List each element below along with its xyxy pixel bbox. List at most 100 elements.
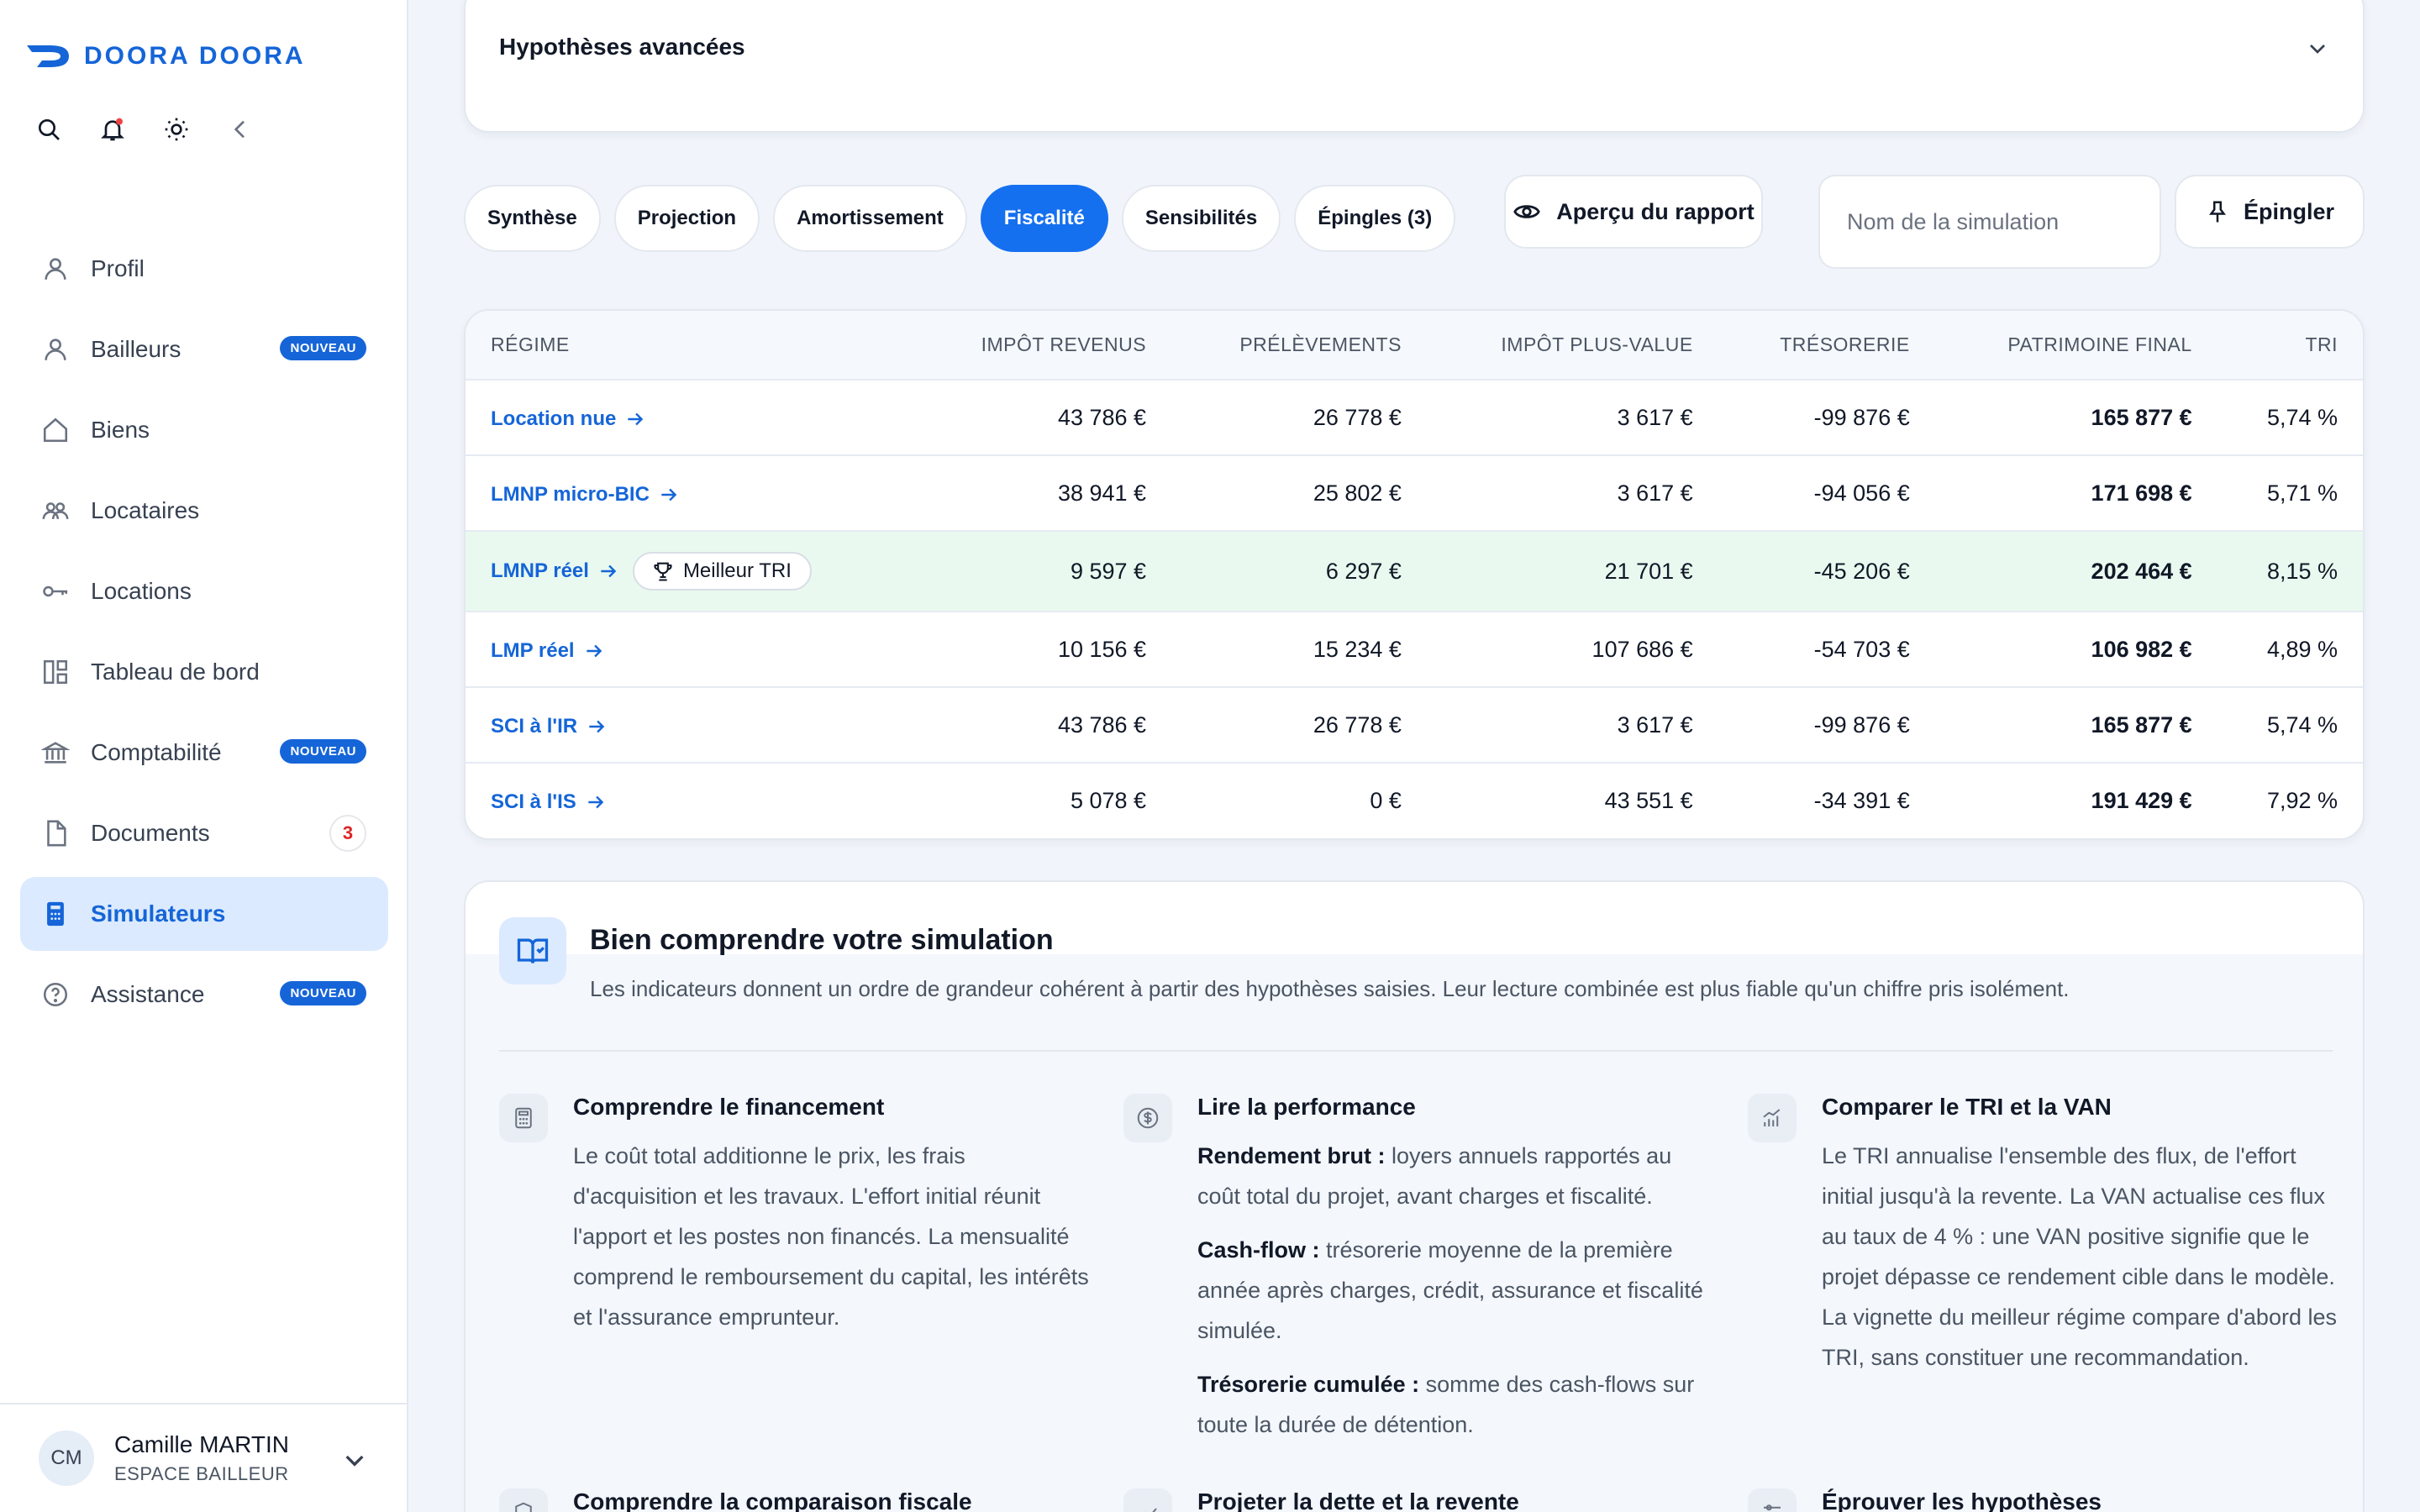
term-label: Rendement brut :	[1197, 1143, 1386, 1168]
tab-amortissement[interactable]: Amortissement	[773, 185, 967, 252]
regime-link[interactable]: LMP réel	[491, 639, 605, 663]
cell-tri: 5,71 %	[2266, 480, 2338, 506]
sidebar-nav: Profil Bailleurs NOUVEAU Biens Locataire…	[20, 232, 388, 1038]
explainer-paragraph: Rendement brut : loyers annuels rapporté…	[1197, 1136, 1718, 1216]
advanced-hypotheses-title: Hypothèses avancées	[499, 34, 745, 60]
sidebar-item-label: Tableau de bord	[91, 659, 260, 685]
explainer-subtitle: Les indicateurs donnent un ordre de gran…	[590, 976, 2070, 1001]
collapse-icon[interactable]	[225, 114, 255, 144]
sidebar-item-biens[interactable]: Biens	[20, 393, 388, 467]
sidebar-item-locataires[interactable]: Locataires	[20, 474, 388, 548]
brand-name: DOORA DOORA	[84, 42, 306, 70]
sidebar: DOORA DOORA Profil Bailleurs NOUVEAU Bie…	[0, 0, 408, 1512]
cell-patrimoine-final: 165 877 €	[2091, 711, 2192, 738]
sidebar-toolbar	[34, 114, 255, 144]
book-icon	[499, 917, 566, 984]
regime-link[interactable]: SCI à l'IR	[491, 715, 608, 738]
user-name: Camille MARTIN	[114, 1431, 289, 1457]
sidebar-item-documents[interactable]: Documents 3	[20, 796, 388, 870]
arrow-right-icon	[628, 412, 644, 425]
cell-impot-plus-value: 21 701 €	[1604, 558, 1693, 584]
report-preview-button[interactable]: Aperçu du rapport	[1504, 175, 1763, 249]
sidebar-item-label: Comptabilité	[91, 739, 222, 765]
sidebar-item-label: Simulateurs	[91, 900, 226, 927]
cell-prelevements: 26 778 €	[1313, 711, 1402, 738]
pin-button[interactable]: Épingler	[2175, 175, 2365, 249]
cell-impot-revenus: 10 156 €	[1057, 636, 1147, 662]
cell-patrimoine-final: 171 698 €	[2091, 480, 2192, 506]
sidebar-item-tableau-de-bord[interactable]: Tableau de bord	[20, 635, 388, 709]
cell-impot-plus-value: 43 551 €	[1604, 788, 1693, 813]
cell-patrimoine-final: 165 877 €	[2091, 404, 2192, 430]
pin-label: Épingler	[2243, 198, 2334, 224]
cell-impot-revenus: 43 786 €	[1057, 404, 1147, 430]
sidebar-item-label: Biens	[91, 417, 150, 443]
table-row: Location nue 43 786 € 26 778 € 3 617 € -…	[466, 380, 2363, 455]
sidebar-item-label: Documents	[91, 820, 210, 846]
chevron-down-icon[interactable]	[341, 1446, 368, 1473]
regime-label: SCI à l'IR	[491, 714, 578, 738]
eye-icon	[1513, 205, 1540, 218]
regime-link[interactable]: LMNP réel	[491, 559, 619, 583]
explainer-column-title: Comparer le TRI et la VAN	[1822, 1094, 2112, 1120]
tab-projection[interactable]: Projection	[613, 185, 760, 252]
new-badge: NOUVEAU	[280, 739, 366, 764]
regime-link[interactable]: SCI à l'IS	[491, 790, 607, 814]
regime-link[interactable]: Location nue	[491, 407, 646, 431]
home-icon	[39, 413, 72, 447]
sidebar-item-label: Bailleurs	[91, 336, 182, 362]
regime-label: Location nue	[491, 407, 617, 430]
brand-logo[interactable]: DOORA DOORA	[25, 42, 306, 71]
user-menu[interactable]: CM Camille MARTIN ESPACE BAILLEUR	[0, 1403, 408, 1512]
sun-icon[interactable]	[161, 114, 192, 144]
cell-prelevements: 15 234 €	[1313, 636, 1402, 662]
chart-icon	[1748, 1094, 1797, 1142]
explainer-column-body: Rendement brut : loyers annuels rapporté…	[1197, 1136, 1718, 1458]
cell-prelevements: 25 802 €	[1313, 480, 1402, 506]
chevron-down-icon[interactable]	[2304, 35, 2331, 62]
advanced-hypotheses-panel[interactable]: Hypothèses avancées	[464, 0, 2365, 133]
column-header: PATRIMOINE FINAL	[1934, 311, 2217, 381]
arrow-right-icon	[601, 564, 617, 578]
user-icon	[39, 333, 72, 366]
simulation-explainer: Bien comprendre votre simulation Les ind…	[464, 880, 2365, 1512]
sidebar-item-bailleurs[interactable]: Bailleurs NOUVEAU	[20, 312, 388, 386]
explainer-paragraph: Le coût total additionne le prix, les fr…	[573, 1143, 1089, 1330]
sidebar-item-comptabilite[interactable]: Comptabilité NOUVEAU	[20, 716, 388, 790]
regime-link[interactable]: LMNP micro-BIC	[491, 483, 680, 507]
sidebar-item-assistance[interactable]: Assistance NOUVEAU	[20, 958, 388, 1032]
sidebar-item-simulateurs[interactable]: Simulateurs	[20, 877, 388, 951]
cell-tri: 5,74 %	[2266, 404, 2338, 430]
table-row: LMP réel 10 156 € 15 234 € 107 686 € -54…	[466, 612, 2363, 687]
tax-comparison-table: RÉGIME IMPÔT REVENUS PRÉLÈVEMENTS IMPÔT …	[464, 309, 2365, 840]
explainer-column-title: Lire la performance	[1197, 1094, 1416, 1120]
term-label: Cash-flow :	[1197, 1237, 1320, 1263]
search-icon[interactable]	[34, 114, 64, 144]
result-tabs: Synthèse Projection Amortissement Fiscal…	[464, 185, 1456, 252]
cell-prelevements: 26 778 €	[1313, 404, 1402, 430]
file-icon	[39, 816, 72, 850]
simulation-name-input[interactable]	[1818, 175, 2161, 269]
new-badge: NOUVEAU	[280, 981, 366, 1005]
cell-patrimoine-final: 106 982 €	[2091, 636, 2192, 662]
tab-sensibilites[interactable]: Sensibilités	[1121, 185, 1281, 252]
sidebar-item-locations[interactable]: Locations	[20, 554, 388, 628]
table-row: LMNP micro-BIC 38 941 € 25 802 € 3 617 €…	[466, 455, 2363, 531]
best-tri-badge: Meilleur TRI	[632, 552, 812, 591]
column-header: IMPÔT PLUS-VALUE	[1426, 311, 1718, 381]
bell-icon[interactable]	[97, 114, 128, 144]
arrow-right-icon	[588, 795, 604, 809]
tab-epingles[interactable]: Épingles (3)	[1294, 185, 1456, 252]
sidebar-item-profil[interactable]: Profil	[20, 232, 388, 306]
explainer-column-title: Éprouver les hypothèses	[1822, 1488, 2102, 1512]
cell-tresorerie: -94 056 €	[1813, 480, 1910, 506]
explainer-column-title: Projeter la dette et la revente	[1197, 1488, 1519, 1512]
tab-synthese[interactable]: Synthèse	[464, 185, 601, 252]
trophy-icon	[654, 562, 672, 581]
explainer-paragraph: Le TRI annualise l'ensemble des flux, de…	[1822, 1143, 2337, 1370]
tab-fiscalite[interactable]: Fiscalité	[980, 185, 1108, 252]
pin-icon	[2208, 201, 2226, 223]
cell-impot-revenus: 43 786 €	[1057, 711, 1147, 738]
table-row-best: LMNP réel Meilleur TRI 9 597 € 6 297 € 21…	[466, 531, 2363, 612]
explainer-paragraph: Cash-flow : trésorerie moyenne de la pre…	[1197, 1230, 1718, 1351]
